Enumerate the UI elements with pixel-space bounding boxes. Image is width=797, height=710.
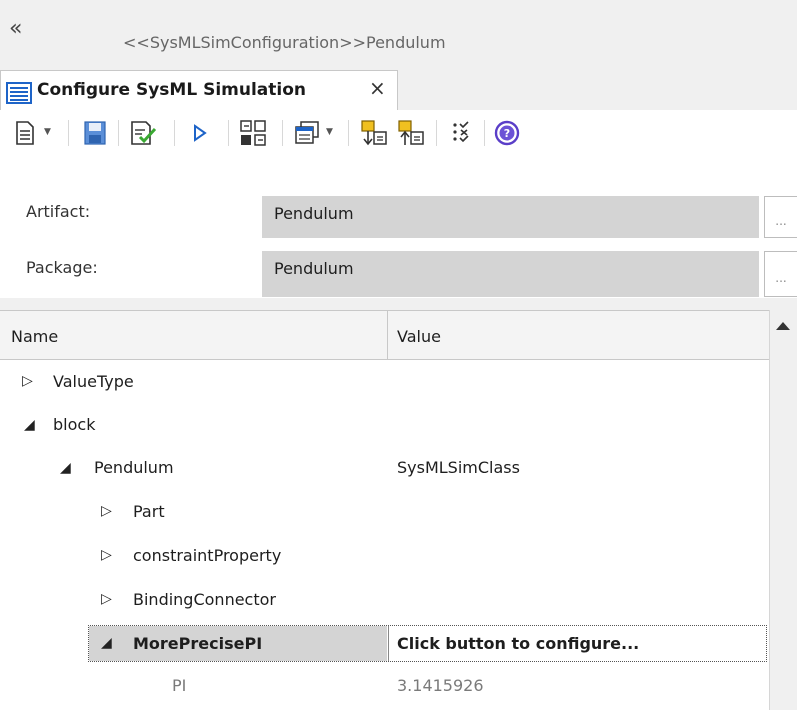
row-name: constraintProperty bbox=[133, 546, 282, 565]
svg-text:?: ? bbox=[504, 127, 510, 140]
expand-triangle-icon[interactable]: ▷ bbox=[22, 373, 33, 389]
tree-row[interactable]: ▷ ValueType bbox=[0, 360, 769, 403]
window-title: <<SysMLSimConfiguration>>Pendulum bbox=[123, 33, 446, 52]
package-field[interactable]: Pendulum bbox=[262, 251, 759, 297]
vertical-scrollbar[interactable] bbox=[769, 310, 797, 710]
tree-row[interactable]: PI 3.1415926 bbox=[0, 664, 769, 707]
tree-row[interactable]: ▷ BindingConnector bbox=[0, 578, 769, 621]
collapse-triangle-icon[interactable]: ◢ bbox=[60, 460, 71, 476]
toolbar-separator bbox=[282, 120, 283, 146]
run-simulation-icon[interactable] bbox=[184, 118, 214, 148]
validate-icon[interactable] bbox=[128, 118, 158, 148]
row-name: BindingConnector bbox=[133, 590, 276, 609]
configure-button[interactable]: Click button to configure... bbox=[397, 634, 639, 653]
scroll-up-icon[interactable] bbox=[775, 316, 791, 335]
move-down-icon[interactable] bbox=[358, 118, 388, 148]
toolbar-separator bbox=[174, 120, 175, 146]
toolbar-separator bbox=[68, 120, 69, 146]
row-value: SysMLSimClass bbox=[397, 458, 520, 477]
tree-row[interactable]: ▷ constraintProperty bbox=[0, 534, 769, 577]
row-name: MorePrecisePI bbox=[133, 634, 263, 653]
toolbar-separator bbox=[228, 120, 229, 146]
row-name: ValueType bbox=[53, 372, 134, 391]
checklist-icon[interactable] bbox=[446, 118, 476, 148]
row-name: Part bbox=[133, 502, 165, 521]
close-tab-button[interactable]: × bbox=[369, 76, 386, 100]
move-up-icon[interactable] bbox=[395, 118, 425, 148]
artifact-browse-button[interactable]: ... bbox=[764, 196, 797, 238]
collapse-triangle-icon[interactable]: ◢ bbox=[101, 635, 112, 651]
column-header-value[interactable]: Value bbox=[397, 327, 441, 346]
toolbar-separator bbox=[118, 120, 119, 146]
row-name: block bbox=[53, 415, 96, 434]
tree-row[interactable]: ◢ block bbox=[0, 403, 769, 446]
expand-triangle-icon[interactable]: ▷ bbox=[101, 503, 112, 519]
package-browse-button[interactable]: ... bbox=[764, 251, 797, 297]
expand-triangle-icon[interactable]: ▷ bbox=[101, 591, 112, 607]
tree-row[interactable]: ◢ Pendulum SysMLSimClass bbox=[0, 446, 769, 489]
chevron-down-icon[interactable]: ▼ bbox=[326, 127, 333, 137]
save-icon[interactable] bbox=[80, 118, 110, 148]
collapse-triangle-icon[interactable]: ◢ bbox=[24, 417, 35, 433]
package-label: Package: bbox=[26, 258, 98, 277]
row-value: 3.1415926 bbox=[397, 676, 484, 695]
help-icon[interactable]: ? bbox=[492, 118, 522, 148]
toolbar-separator bbox=[436, 120, 437, 146]
tab-label: Configure SysML Simulation bbox=[37, 80, 306, 100]
chevron-down-icon[interactable]: ▼ bbox=[44, 127, 51, 137]
expand-triangle-icon[interactable]: ▷ bbox=[101, 547, 112, 563]
row-name: PI bbox=[172, 676, 187, 695]
grid-header bbox=[0, 310, 769, 360]
window-options-icon[interactable] bbox=[292, 118, 322, 148]
new-document-icon[interactable] bbox=[10, 118, 40, 148]
column-separator[interactable] bbox=[387, 310, 388, 360]
artifact-label: Artifact: bbox=[26, 202, 91, 221]
toolbar-separator bbox=[348, 120, 349, 146]
document-list-icon bbox=[6, 82, 32, 108]
toolbar-separator bbox=[484, 120, 485, 146]
column-header-name[interactable]: Name bbox=[11, 327, 58, 346]
tree-row[interactable]: ▷ Part bbox=[0, 490, 769, 533]
row-name: Pendulum bbox=[94, 458, 174, 477]
collapse-panel-button[interactable]: « bbox=[9, 18, 22, 40]
artifact-field[interactable]: Pendulum bbox=[262, 196, 759, 238]
export-model-icon[interactable] bbox=[238, 118, 268, 148]
